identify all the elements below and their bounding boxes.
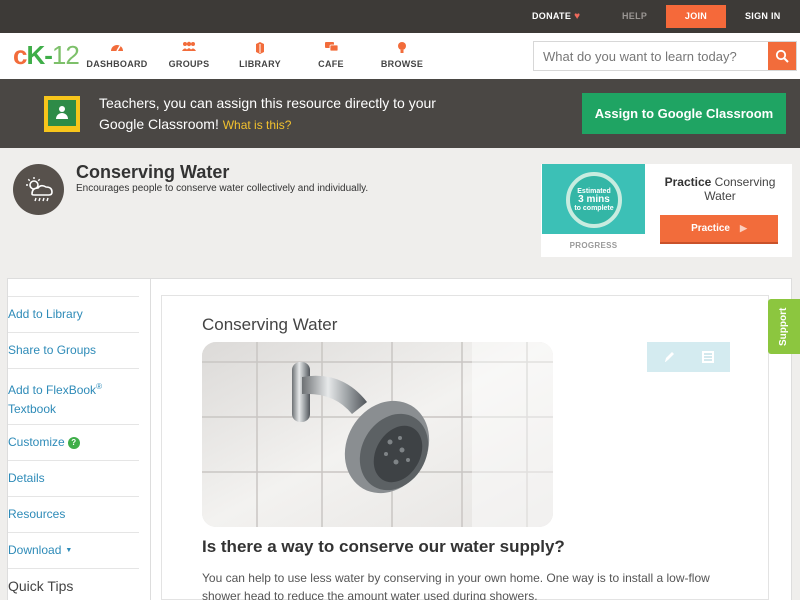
section-paragraph: You can help to use less water by conser… (202, 571, 710, 600)
notes-icon[interactable] (700, 349, 716, 365)
groups-icon (154, 41, 224, 55)
sidebar-item-customize[interactable]: Customize? (8, 424, 139, 460)
ck12-logo[interactable]: cK-12 (13, 42, 80, 68)
shower-head-image (202, 342, 553, 527)
nav-browse[interactable]: BROWSE (367, 41, 437, 69)
main-nav: cK-12 DASHBOARD GROUPS LIBRARY CAFE BROW… (0, 33, 800, 79)
google-classroom-icon (44, 96, 80, 132)
sidebar-item-resources[interactable]: Resources (8, 496, 139, 532)
assign-google-classroom-button[interactable]: Assign to Google Classroom (582, 93, 786, 134)
nav-library[interactable]: LIBRARY (225, 41, 295, 69)
cafe-icon (296, 41, 366, 55)
nav-cafe[interactable]: CAFE (296, 41, 366, 69)
search-box (533, 41, 797, 71)
content-title: Conserving Water (202, 315, 338, 334)
join-button[interactable]: JOIN (666, 5, 726, 28)
library-icon (225, 41, 295, 55)
practice-card: Estimated 3 mins to complete PROGRESS Pr… (541, 164, 792, 257)
search-icon (775, 49, 789, 63)
dashboard-icon (82, 41, 152, 55)
search-input[interactable] (534, 42, 770, 70)
practice-thumbnail: Estimated 3 mins to complete (542, 164, 645, 234)
help-link[interactable]: HELP (622, 0, 647, 33)
sidebar-item-details[interactable]: Details (8, 460, 139, 496)
page-title: Conserving Water (76, 162, 230, 182)
top-bar: DONATE ♥ HELP JOIN SIGN IN (0, 0, 800, 33)
support-tab[interactable]: Support (768, 299, 800, 354)
sidebar-item-add-to-library[interactable]: Add to Library (8, 296, 139, 332)
weather-icon (13, 164, 64, 215)
sign-in-link[interactable]: SIGN IN (745, 0, 781, 33)
browse-icon (367, 41, 437, 55)
practice-title: Practice Conserving Water (664, 175, 776, 203)
sidebar-item-add-to-flexbook[interactable]: Add to FlexBook® Textbook (8, 368, 139, 424)
banner-text: Teachers, you can assign this resource d… (99, 95, 436, 132)
google-classroom-banner: Teachers, you can assign this resource d… (0, 79, 800, 148)
chevron-right-icon: ▶ (740, 223, 747, 233)
progress-label: PROGRESS (569, 241, 618, 250)
what-is-this-link[interactable]: What is this? (223, 118, 292, 132)
sidebar-item-share-to-groups[interactable]: Share to Groups (8, 332, 139, 368)
section-heading: Is there a way to conserve our water sup… (202, 537, 565, 556)
heart-icon: ♥ (574, 11, 581, 22)
sidebar-item-quick-tips[interactable]: Quick Tips (8, 568, 139, 600)
content-tools (647, 342, 730, 372)
nav-groups[interactable]: GROUPS (154, 41, 224, 69)
nav-dashboard[interactable]: DASHBOARD (82, 41, 152, 69)
donate-link[interactable]: DONATE ♥ (532, 0, 580, 33)
caret-down-icon: ▼ (65, 547, 73, 554)
page-description: Encourages people to conserve water coll… (76, 183, 369, 194)
sidebar-item-download[interactable]: Download ▼ (8, 532, 139, 568)
help-icon[interactable]: ? (67, 437, 80, 449)
pencil-icon[interactable] (661, 349, 677, 365)
donate-label: DONATE (532, 11, 572, 21)
search-button[interactable] (768, 42, 796, 70)
practice-button[interactable]: Practice ▶ (660, 215, 778, 244)
